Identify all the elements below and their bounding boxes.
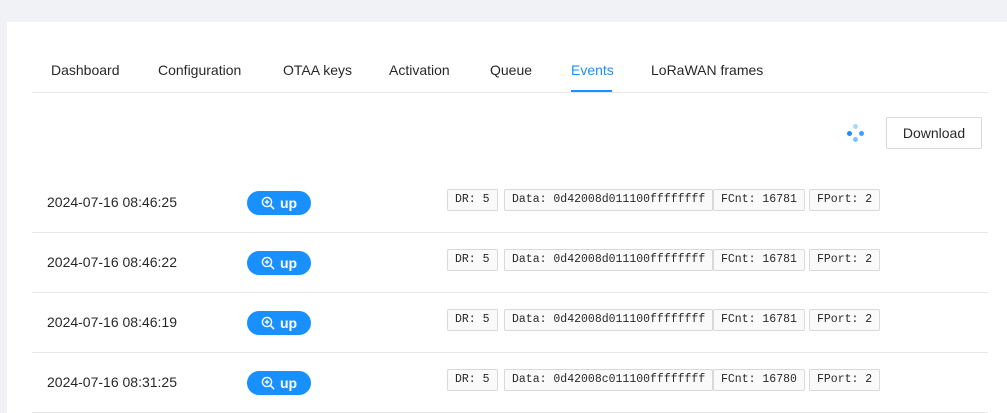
fcnt-tag: FCnt: 16781 — [713, 309, 805, 331]
event-timestamp: 2024-07-16 08:46:22 — [47, 254, 177, 270]
event-row: 2024-07-16 08:46:25 up DR: 5 Data: 0d420… — [32, 173, 988, 233]
zoom-in-icon — [261, 196, 275, 210]
event-type-label: up — [279, 375, 298, 391]
download-button[interactable]: Download — [886, 117, 982, 149]
event-type-button[interactable]: up — [247, 191, 311, 215]
dr-tag: DR: 5 — [447, 369, 498, 391]
event-timestamp: 2024-07-16 08:46:25 — [47, 194, 177, 210]
tab-dashboard[interactable]: Dashboard — [51, 62, 120, 92]
tab-activation[interactable]: Activation — [389, 62, 450, 92]
event-type-button[interactable]: up — [247, 251, 311, 275]
device-tabs: Dashboard Configuration OTAA keys Activa… — [32, 22, 988, 93]
tab-otaa-keys[interactable]: OTAA keys — [283, 62, 352, 92]
fcnt-tag: FCnt: 16781 — [713, 189, 805, 211]
event-row: 2024-07-16 08:31:25 up DR: 5 Data: 0d420… — [32, 353, 988, 413]
tab-lorawan-frames[interactable]: LoRaWAN frames — [651, 62, 763, 92]
event-row: 2024-07-16 08:46:19 up DR: 5 Data: 0d420… — [32, 293, 988, 353]
event-timestamp: 2024-07-16 08:46:19 — [47, 314, 177, 330]
zoom-in-icon — [261, 376, 275, 390]
dr-tag: DR: 5 — [447, 309, 498, 331]
event-timestamp: 2024-07-16 08:31:25 — [47, 374, 177, 390]
event-type-button[interactable]: up — [247, 371, 311, 395]
zoom-in-icon — [261, 316, 275, 330]
dr-tag: DR: 5 — [447, 189, 498, 211]
fport-tag: FPort: 2 — [809, 189, 881, 211]
event-row: 2024-07-16 08:46:22 up DR: 5 Data: 0d420… — [32, 233, 988, 293]
tab-configuration[interactable]: Configuration — [158, 62, 241, 92]
data-tag: Data: 0d42008d011100ffffffff — [504, 249, 714, 271]
event-type-label: up — [279, 195, 298, 211]
zoom-in-icon — [261, 256, 275, 270]
active-tab-indicator — [571, 90, 612, 92]
event-type-label: up — [279, 255, 298, 271]
device-events-card: Dashboard Configuration OTAA keys Activa… — [7, 22, 1007, 413]
fcnt-tag: FCnt: 16780 — [713, 369, 805, 391]
tab-events[interactable]: Events — [571, 62, 614, 92]
data-tag: Data: 0d42008d011100ffffffff — [504, 309, 714, 331]
fport-tag: FPort: 2 — [809, 369, 881, 391]
data-tag: Data: 0d42008c011100ffffffff — [504, 369, 714, 391]
event-type-label: up — [279, 315, 298, 331]
data-tag: Data: 0d42008d011100ffffffff — [504, 189, 714, 211]
fport-tag: FPort: 2 — [809, 309, 881, 331]
loading-spinner-icon — [846, 124, 864, 142]
tab-queue[interactable]: Queue — [490, 62, 532, 92]
event-type-button[interactable]: up — [247, 311, 311, 335]
dr-tag: DR: 5 — [447, 249, 498, 271]
events-list: 2024-07-16 08:46:25 up DR: 5 Data: 0d420… — [32, 173, 988, 413]
fport-tag: FPort: 2 — [809, 249, 881, 271]
fcnt-tag: FCnt: 16781 — [713, 249, 805, 271]
